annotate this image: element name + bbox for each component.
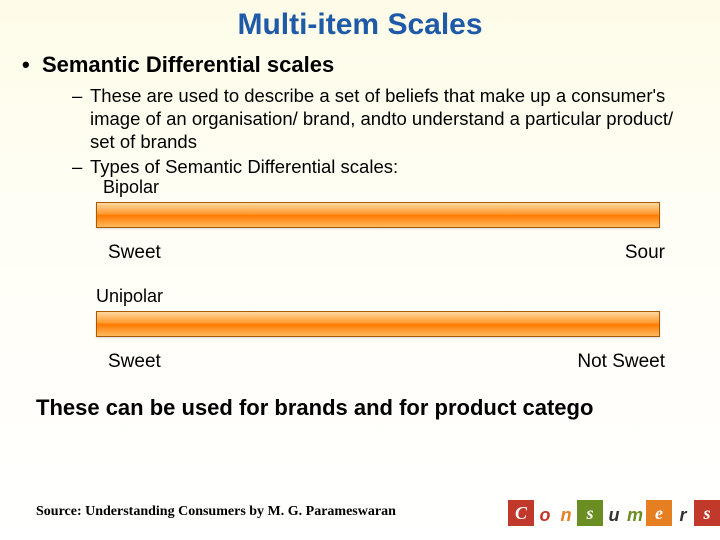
bipolar-right: Sour [625, 242, 665, 264]
unipolar-endpoints: Sweet Not Sweet [108, 351, 665, 373]
logo-letter-m: m [625, 505, 645, 526]
source-citation: Source: Understanding Consumers by M. G.… [36, 504, 396, 520]
logo-letter-c: C [508, 500, 534, 526]
bipolar-left: Sweet [108, 242, 161, 264]
logo-letter-e: e [646, 500, 672, 526]
unipolar-left: Sweet [108, 351, 161, 373]
consumers-logo: C o n s u m e r s [508, 500, 720, 526]
unipolar-right: Not Sweet [577, 351, 665, 373]
unipolar-label: Unipolar [96, 286, 720, 307]
sub-bullet-list: These are used to describe a set of beli… [72, 84, 690, 179]
slide-title: Multi-item Scales [0, 0, 720, 42]
closing-text: These can be used for brands and for pro… [36, 395, 720, 421]
logo-letter-s2: s [694, 500, 720, 526]
sub-bullet-2: Types of Semantic Differential scales: [72, 155, 690, 178]
logo-letter-n: n [556, 505, 576, 526]
sub-bullet-1: These are used to describe a set of beli… [72, 84, 690, 153]
bipolar-endpoints: Sweet Sour [108, 242, 665, 264]
bipolar-scale-bar [96, 202, 660, 228]
logo-letter-s: s [577, 500, 603, 526]
logo-letter-r: r [673, 505, 693, 526]
unipolar-scale-bar [96, 311, 660, 337]
logo-letter-u: u [604, 505, 624, 526]
main-bullet: • Semantic Differential scales [22, 52, 720, 78]
logo-letter-o: o [535, 505, 555, 526]
main-bullet-text: Semantic Differential scales [42, 52, 334, 77]
bipolar-label: Bipolar [103, 177, 720, 198]
